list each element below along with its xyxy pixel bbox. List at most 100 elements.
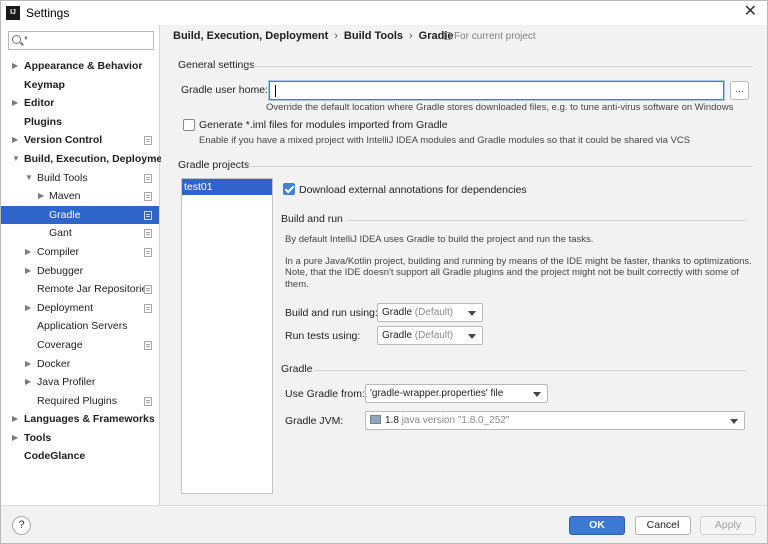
sidebar-item-label: Docker: [37, 357, 71, 370]
chevron-right-icon[interactable]: ▶: [38, 187, 44, 206]
chevron-right-icon[interactable]: ▶: [25, 243, 31, 262]
gradle-jvm-select[interactable]: 1.8 java version "1.8.0_252": [365, 411, 745, 430]
project-scope-icon: [144, 136, 152, 146]
sidebar-item-coverage[interactable]: Coverage: [1, 336, 159, 355]
chevron-right-icon[interactable]: ▶: [12, 57, 18, 76]
sidebar-item-compiler[interactable]: ▶ Compiler: [1, 243, 159, 262]
sidebar-item-plugins[interactable]: Plugins: [1, 113, 159, 132]
sidebar-item-label: Deployment: [37, 301, 94, 314]
generate-iml-checkbox[interactable]: [183, 119, 195, 131]
chevron-down-icon: [468, 334, 476, 339]
for-current-project-note: For current project: [444, 31, 536, 42]
jdk-folder-icon: [370, 415, 381, 424]
generate-iml-hint: Enable if you have a mixed project with …: [199, 135, 691, 146]
chevron-right-icon[interactable]: ▶: [12, 410, 18, 429]
build-run-description: By default IntelliJ IDEA uses Gradle to …: [285, 234, 594, 245]
generate-iml-label[interactable]: Generate *.iml files for modules importe…: [199, 119, 448, 131]
help-button[interactable]: ?: [12, 516, 31, 535]
project-scope-icon: [144, 303, 152, 313]
gradle-section-title: Gradle: [281, 363, 313, 375]
sidebar-item-version-control[interactable]: ▶ Version Control: [1, 131, 159, 150]
sidebar-item-label: Gant: [49, 227, 72, 240]
chevron-down-icon[interactable]: ▼: [12, 150, 20, 169]
cancel-button[interactable]: Cancel: [635, 516, 691, 535]
project-scope-icon: [144, 210, 152, 220]
sidebar-item-label: CodeGlance: [24, 450, 86, 463]
sidebar-item-label: Required Plugins: [37, 394, 117, 407]
sidebar-item-label: Build Tools: [37, 171, 88, 184]
build-run-description: them.: [285, 279, 309, 290]
build-and-run-using-label: Build and run using:: [285, 307, 378, 319]
gradle-jvm-label: Gradle JVM:: [285, 415, 344, 427]
sidebar-item-codeglance[interactable]: CodeGlance: [1, 447, 159, 466]
browse-button[interactable]: ...: [730, 81, 749, 100]
section-divider: [346, 220, 746, 221]
build-and-run-using-select[interactable]: Gradle (Default): [377, 303, 483, 322]
sidebar-item-required-plugins[interactable]: Required Plugins: [1, 392, 159, 411]
project-list-item[interactable]: test01: [182, 179, 272, 195]
chevron-right-icon[interactable]: ▶: [25, 262, 31, 281]
project-scope-icon: [144, 229, 152, 239]
sidebar-item-label: Application Servers: [37, 320, 128, 333]
sidebar-item-label: Java Profiler: [37, 376, 96, 389]
sidebar-item-docker[interactable]: ▶ Docker: [1, 355, 159, 374]
search-history-dropdown-icon[interactable]: ▼: [23, 36, 29, 42]
download-annotations-checkbox[interactable]: [283, 183, 295, 195]
sidebar-item-deployment[interactable]: ▶ Deployment: [1, 299, 159, 318]
sidebar-item-gant[interactable]: Gant: [1, 224, 159, 243]
chevron-down-icon[interactable]: ▼: [25, 169, 33, 188]
breadcrumb-item[interactable]: Build Tools: [344, 30, 403, 42]
download-annotations-label[interactable]: Download external annotations for depend…: [299, 184, 527, 196]
chevron-right-icon[interactable]: ▶: [25, 299, 31, 318]
sidebar-item-appearance-behavior[interactable]: ▶ Appearance & Behavior: [1, 57, 159, 76]
sidebar-item-label: Remote Jar Repositories: [37, 283, 153, 296]
section-divider: [247, 66, 753, 67]
build-run-description: Note, that the IDE doesn't support all G…: [285, 267, 739, 278]
run-tests-using-select[interactable]: Gradle (Default): [377, 326, 483, 345]
sidebar-item-remote-jar-repositories[interactable]: Remote Jar Repositories: [1, 280, 159, 299]
gradle-projects-list: test01: [181, 178, 273, 494]
chevron-right-icon[interactable]: ▶: [12, 94, 18, 113]
chevron-right-icon[interactable]: ▶: [25, 373, 31, 392]
apply-button[interactable]: Apply: [700, 516, 756, 535]
sidebar-item-tools[interactable]: ▶ Tools: [1, 429, 159, 448]
sidebar-item-build-execution-deployment[interactable]: ▼ Build, Execution, Deployment: [1, 150, 172, 169]
gradle-user-home-hint: Override the default location where Grad…: [266, 102, 734, 113]
sidebar-item-label: Version Control: [24, 134, 103, 147]
sidebar-item-languages-frameworks[interactable]: ▶ Languages & Frameworks: [1, 410, 159, 429]
settings-sidebar: ▼ ▶ Appearance & Behavior Keymap ▶ Editor Plu…: [1, 25, 172, 505]
ok-button[interactable]: OK: [569, 516, 625, 535]
search-input[interactable]: ▼: [8, 31, 154, 50]
project-scope-icon: [444, 32, 451, 40]
chevron-right-icon[interactable]: ▶: [12, 429, 18, 448]
sidebar-item-label: Coverage: [37, 338, 83, 351]
sidebar-item-label: Languages & Frameworks: [24, 413, 155, 426]
select-value: Gradle: [382, 307, 413, 318]
sidebar-item-build-tools[interactable]: ▼ Build Tools: [1, 169, 159, 188]
build-and-run-title: Build and run: [281, 213, 343, 225]
chevron-right-icon[interactable]: ▶: [25, 355, 31, 374]
sidebar-item-java-profiler[interactable]: ▶ Java Profiler: [1, 373, 159, 392]
sidebar-item-keymap[interactable]: Keymap: [1, 76, 159, 95]
gradle-projects-title: Gradle projects: [178, 159, 250, 171]
gradle-user-home-input[interactable]: [269, 81, 724, 100]
breadcrumb-item[interactable]: Build, Execution, Deployment: [173, 30, 328, 42]
sidebar-item-application-servers[interactable]: Application Servers: [1, 317, 159, 336]
intellij-app-icon: IJ: [6, 6, 20, 20]
close-icon[interactable]: ✕: [744, 3, 757, 21]
sidebar-item-debugger[interactable]: ▶ Debugger: [1, 262, 159, 281]
select-default-suffix: (Default): [414, 307, 454, 318]
project-scope-icon: [144, 285, 152, 295]
project-scope-icon: [144, 396, 152, 406]
sidebar-item-maven[interactable]: ▶ Maven: [1, 187, 159, 206]
build-run-description: In a pure Java/Kotlin project, building …: [285, 256, 752, 267]
search-icon: [12, 35, 21, 44]
sidebar-item-label: Keymap: [24, 78, 65, 91]
sidebar-item-gradle[interactable]: Gradle: [1, 205, 159, 225]
sidebar-item-editor[interactable]: ▶ Editor: [1, 94, 159, 113]
sidebar-item-label: Maven: [49, 190, 81, 203]
section-divider: [243, 166, 753, 167]
chevron-right-icon[interactable]: ▶: [12, 131, 18, 150]
use-gradle-from-select[interactable]: 'gradle-wrapper.properties' file: [365, 384, 548, 403]
chevron-down-icon: [730, 419, 738, 424]
